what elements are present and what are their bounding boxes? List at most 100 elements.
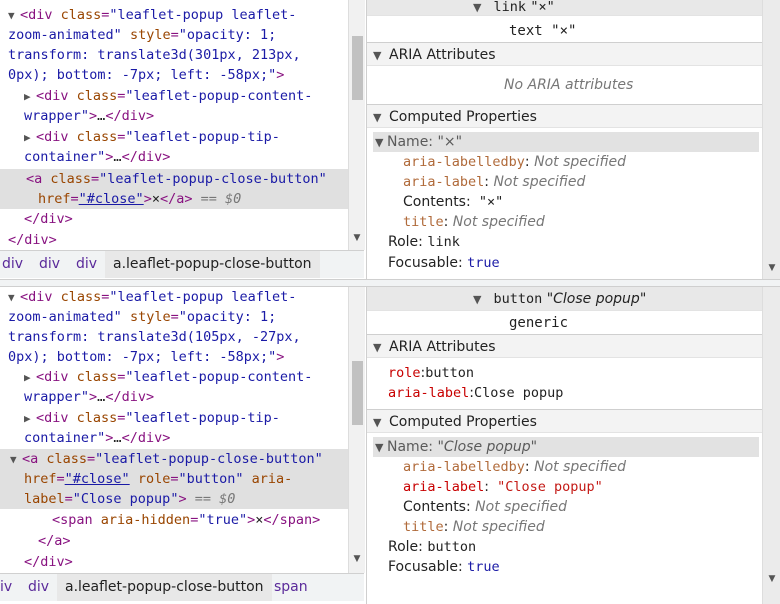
scroll-down-arrow-icon[interactable]: ▼ xyxy=(766,262,778,274)
expand-triangle-icon[interactable]: ▶ xyxy=(24,368,36,388)
collapse-triangle-icon[interactable]: ▼ xyxy=(8,288,20,308)
expand-triangle-icon[interactable]: ▼ xyxy=(375,438,387,458)
expand-triangle-icon[interactable]: ▼ xyxy=(473,288,485,312)
breadcrumb-item[interactable]: div xyxy=(28,574,49,601)
accessibility-scrollbar[interactable]: ▼ xyxy=(762,0,780,279)
dom-node-line[interactable]: </div> xyxy=(0,209,348,229)
expand-triangle-icon[interactable]: ▶ xyxy=(24,87,36,107)
breadcrumb-item[interactable]: div xyxy=(76,251,97,278)
dom-node-line[interactable]: href="#close">×</a> == $0 xyxy=(0,189,348,209)
computed-properties-header[interactable]: ▼ Computed Properties xyxy=(367,104,763,128)
prop-value: Not specified xyxy=(529,154,626,170)
dom-token: = xyxy=(56,471,65,487)
accessibility-scrollbar[interactable]: ▼ xyxy=(762,287,780,604)
dom-node-line[interactable]: ▶ <div class="leaflet-popup-content- xyxy=(0,86,348,106)
expand-triangle-icon[interactable]: ▼ xyxy=(373,411,385,435)
dom-token: … xyxy=(113,149,122,165)
dom-node-line[interactable]: <a class="leaflet-popup-close-button" xyxy=(0,169,348,189)
expand-triangle-icon[interactable]: ▼ xyxy=(373,336,385,360)
breadcrumb-item[interactable]: iv xyxy=(0,574,12,601)
dom-node-line[interactable]: wrapper">…</div> xyxy=(0,387,348,407)
bottom-devtools-pane: ▼ <div class="leaflet-popup leaflet-zoom-… xyxy=(0,287,780,604)
ax-tree-node[interactable]: ▼ button "Close popup" xyxy=(367,287,763,311)
dom-token: class xyxy=(60,7,102,23)
role-label: Role: xyxy=(388,234,423,250)
elements-scrollbar[interactable]: ▼ xyxy=(348,0,365,250)
dom-node-line[interactable]: ▶ <div class="leaflet-popup-content- xyxy=(0,367,348,387)
dom-node-line[interactable]: zoom-animated" style="opacity: 1; xyxy=(0,307,348,327)
scroll-down-arrow-icon[interactable]: ▼ xyxy=(351,232,363,244)
dom-token: </div> xyxy=(24,211,73,227)
expand-triangle-icon[interactable]: ▼ xyxy=(375,133,387,153)
breadcrumb-item[interactable]: span xyxy=(274,574,308,601)
focusable-value: true xyxy=(467,559,500,575)
dom-node-line[interactable]: ▶ <div class="leaflet-popup-tip- xyxy=(0,408,348,428)
dom-node-line[interactable]: label="Close popup"> == $0 xyxy=(0,489,348,509)
elements-tree[interactable]: ▼ <div class="leaflet-popup leaflet-zoom-… xyxy=(0,287,348,573)
ax-child-node[interactable]: text "×" xyxy=(509,21,576,41)
dom-node-line[interactable]: </div> xyxy=(0,552,348,572)
dom-token: = xyxy=(64,491,73,507)
aria-attribute-row[interactable]: role:button xyxy=(388,363,474,383)
dom-node-line[interactable]: transform: translate3d(105px, -27px, xyxy=(0,327,348,347)
dom-node-line[interactable]: ▼ <a class="leaflet-popup-close-button" xyxy=(0,449,348,469)
prop-value: Not specified xyxy=(470,499,568,515)
breadcrumb-item[interactable]: a.leaflet-popup-close-button xyxy=(57,574,272,601)
breadcrumb-item[interactable]: div xyxy=(2,251,23,278)
dom-node-line[interactable]: ▼ <div class="leaflet-popup leaflet- xyxy=(0,287,348,307)
scroll-thumb[interactable] xyxy=(352,361,363,425)
name-source-row[interactable]: aria-labelledby: Not specified xyxy=(403,457,626,477)
collapse-triangle-icon[interactable]: ▼ xyxy=(8,6,20,26)
scroll-down-arrow-icon[interactable]: ▼ xyxy=(766,573,778,585)
collapse-triangle-icon[interactable]: ▼ xyxy=(10,450,22,470)
dom-node-line[interactable]: href="#close" role="button" aria- xyxy=(0,469,348,489)
computed-name-row[interactable]: ▼ Name: "×" xyxy=(373,132,759,152)
scroll-thumb[interactable] xyxy=(352,36,363,100)
dom-node-line[interactable]: 0px); bottom: -7px; left: -58px;"> xyxy=(0,347,348,367)
name-source-row[interactable]: aria-labelledby: Not specified xyxy=(403,152,626,172)
aria-attributes-header[interactable]: ▼ ARIA Attributes xyxy=(367,42,763,66)
dom-node-line[interactable]: transform: translate3d(301px, 213px, xyxy=(0,45,348,65)
dom-node-line[interactable]: <span aria-hidden="true">×</span> xyxy=(0,510,348,530)
ax-tree-node[interactable]: ▼ link "×" xyxy=(367,0,763,16)
aria-attribute-row[interactable]: aria-label:Close popup xyxy=(388,383,563,403)
scroll-down-arrow-icon[interactable]: ▼ xyxy=(351,553,363,565)
breadcrumb-item[interactable]: a.leaflet-popup-close-button xyxy=(105,251,320,278)
computed-properties-header[interactable]: ▼ Computed Properties xyxy=(367,409,763,433)
computed-name-row[interactable]: ▼ Name: "Close popup" xyxy=(373,437,759,457)
expand-triangle-icon[interactable]: ▼ xyxy=(373,44,385,68)
accessibility-panel: ▼ button "Close popup" generic ▼ ARIA Att… xyxy=(366,287,763,604)
name-source-row[interactable]: aria-label: Not specified xyxy=(403,172,585,192)
name-source-row[interactable]: aria-label: "Close popup" xyxy=(403,477,603,497)
name-source-row[interactable]: title: Not specified xyxy=(403,517,545,537)
dom-node-line[interactable]: container">…</div> xyxy=(0,428,348,448)
dom-node-line[interactable]: ▼ <div class="leaflet-popup leaflet- xyxy=(0,5,348,25)
expand-triangle-icon[interactable]: ▼ xyxy=(473,0,485,21)
pane-separator[interactable] xyxy=(0,279,780,287)
name-source-row[interactable]: Contents: Not specified xyxy=(403,497,567,517)
dom-node-line[interactable]: </div> xyxy=(0,230,348,250)
dom-node-line[interactable]: ▶ <div class="leaflet-popup-tip- xyxy=(0,127,348,147)
dom-node-line[interactable]: zoom-animated" style="opacity: 1; xyxy=(0,25,348,45)
dom-token: 0px); bottom: -7px; left: -58px;" xyxy=(8,67,277,83)
ax-child-node[interactable]: generic xyxy=(509,313,568,333)
name-source-row[interactable]: title: Not specified xyxy=(403,212,545,232)
ax-node-name: "Close popup" xyxy=(546,291,647,307)
elements-tree[interactable]: ▼ <div class="leaflet-popup leaflet-zoom-… xyxy=(0,0,348,250)
dom-token: <a xyxy=(22,451,47,467)
dom-node-line[interactable]: 0px); bottom: -7px; left: -58px;"> xyxy=(0,65,348,85)
name-source-row[interactable]: Contents: "×" xyxy=(403,192,503,212)
elements-scrollbar[interactable]: ▼ xyxy=(348,287,365,573)
prop-value: "×" xyxy=(470,194,504,210)
aria-attributes-header[interactable]: ▼ ARIA Attributes xyxy=(367,334,763,358)
breadcrumb-item[interactable]: div xyxy=(39,251,60,278)
expand-triangle-icon[interactable]: ▼ xyxy=(373,106,385,130)
dom-node-line[interactable]: wrapper">…</div> xyxy=(0,106,348,126)
dom-node-line[interactable]: </a> xyxy=(0,531,348,551)
expand-triangle-icon[interactable]: ▶ xyxy=(24,409,36,429)
dom-token: = xyxy=(91,171,100,187)
role-row: Role: button xyxy=(388,537,476,557)
dom-node-line[interactable]: container">…</div> xyxy=(0,147,348,167)
dom-token: <div xyxy=(36,410,77,426)
expand-triangle-icon[interactable]: ▶ xyxy=(24,128,36,148)
